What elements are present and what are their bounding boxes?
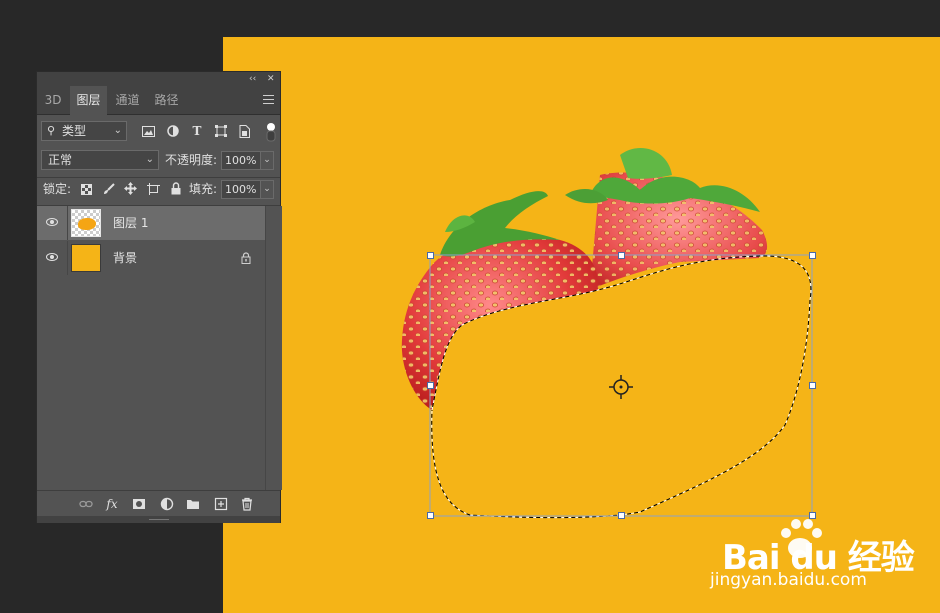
shape-filter-icon[interactable]	[215, 125, 227, 137]
layer-thumbnail	[71, 209, 101, 237]
transform-handle-bottom-left[interactable]	[427, 512, 434, 519]
panel-tabs: 3D 图层 通道 路径	[37, 86, 280, 115]
chevron-down-icon: ⌄	[113, 125, 122, 136]
layers-scrollbar[interactable]	[265, 206, 282, 490]
lock-move-icon[interactable]	[124, 182, 137, 195]
type-filter-icon[interactable]: T	[189, 124, 205, 138]
chevron-down-icon[interactable]: ⌄	[260, 151, 274, 170]
fill-field[interactable]: 100% ⌄	[221, 180, 274, 199]
new-layer-icon[interactable]	[214, 497, 228, 511]
lock-all-icon[interactable]	[171, 182, 181, 195]
transform-handle-middle-right[interactable]	[809, 382, 816, 389]
filter-row: ⚲ 类型 ⌄ T	[37, 121, 280, 145]
filter-kind-label: 类型	[62, 124, 87, 138]
transform-handle-top-left[interactable]	[427, 252, 434, 259]
adjustment-icon[interactable]	[160, 497, 174, 511]
fill-value: 100%	[225, 183, 257, 196]
lock-transparent-icon[interactable]	[81, 184, 92, 195]
fx-icon[interactable]: fx	[105, 497, 119, 511]
layer-row-background[interactable]: 背景	[37, 241, 265, 275]
tab-layers[interactable]: 图层	[70, 86, 107, 115]
filter-toggle-icon[interactable]	[266, 122, 276, 142]
lock-icon[interactable]	[241, 252, 251, 264]
blend-mode-select[interactable]: 正常 ⌄	[41, 150, 159, 170]
tab-3d[interactable]: 3D	[37, 86, 69, 114]
blend-mode-value: 正常	[48, 153, 73, 167]
panel-menu-icon[interactable]	[263, 95, 274, 105]
watermark-url: jingyan.baidu.com	[710, 570, 867, 590]
filter-kind-select[interactable]: ⚲ 类型 ⌄	[41, 121, 127, 141]
tab-channels[interactable]: 通道	[109, 86, 146, 114]
layer-thumbnail	[71, 244, 101, 272]
opacity-field[interactable]: 100% ⌄	[221, 151, 274, 170]
opacity-label: 不透明度:	[165, 153, 218, 167]
layer-name: 图层 1	[113, 216, 149, 230]
search-icon: ⚲	[47, 124, 56, 137]
fill-label: 填充:	[189, 182, 218, 196]
image-filter-icon[interactable]	[142, 126, 155, 137]
folder-icon[interactable]	[186, 497, 200, 511]
panel-resize-grip[interactable]	[37, 516, 280, 523]
panel-titlebar: ‹‹ ✕	[37, 72, 280, 87]
layers-footer: fx	[37, 490, 280, 517]
adjustment-filter-icon[interactable]	[167, 125, 179, 137]
chevron-down-icon: ⌄	[145, 154, 154, 165]
mask-icon[interactable]	[132, 497, 146, 511]
link-icon[interactable]	[79, 497, 93, 511]
document-canvas[interactable]	[223, 37, 940, 613]
opacity-value: 100%	[225, 154, 257, 167]
smart-object-filter-icon[interactable]	[239, 125, 250, 138]
lock-artboard-icon[interactable]	[147, 183, 160, 195]
layers-list: 图层 1 背景	[37, 206, 265, 490]
transform-handle-top-right[interactable]	[809, 252, 816, 259]
transform-handle-bottom-center[interactable]	[618, 512, 625, 519]
blend-row: 正常 ⌄ 不透明度: 100% ⌄	[37, 150, 280, 174]
transform-handle-top-center[interactable]	[618, 252, 625, 259]
lock-brush-icon[interactable]	[103, 183, 115, 195]
eye-icon[interactable]	[46, 218, 58, 226]
layer-row-layer-1[interactable]: 图层 1	[37, 206, 265, 240]
double-chevron-icon[interactable]: ‹‹	[249, 72, 256, 86]
lock-row: 锁定: 填充: 100% ⌄	[37, 179, 280, 203]
transform-handle-middle-left[interactable]	[427, 382, 434, 389]
close-icon[interactable]: ✕	[267, 72, 275, 86]
tab-paths[interactable]: 路径	[148, 86, 185, 114]
layers-panel: ‹‹ ✕ 3D 图层 通道 路径 ⚲ 类型 ⌄ T 正常 ⌄ 不透明度: 100…	[36, 71, 282, 523]
transform-handle-bottom-right[interactable]	[809, 512, 816, 519]
lock-label: 锁定:	[43, 182, 72, 196]
chevron-down-icon[interactable]: ⌄	[260, 180, 274, 199]
trash-icon[interactable]	[240, 497, 254, 511]
layer-name: 背景	[113, 251, 138, 265]
eye-icon[interactable]	[46, 253, 58, 261]
